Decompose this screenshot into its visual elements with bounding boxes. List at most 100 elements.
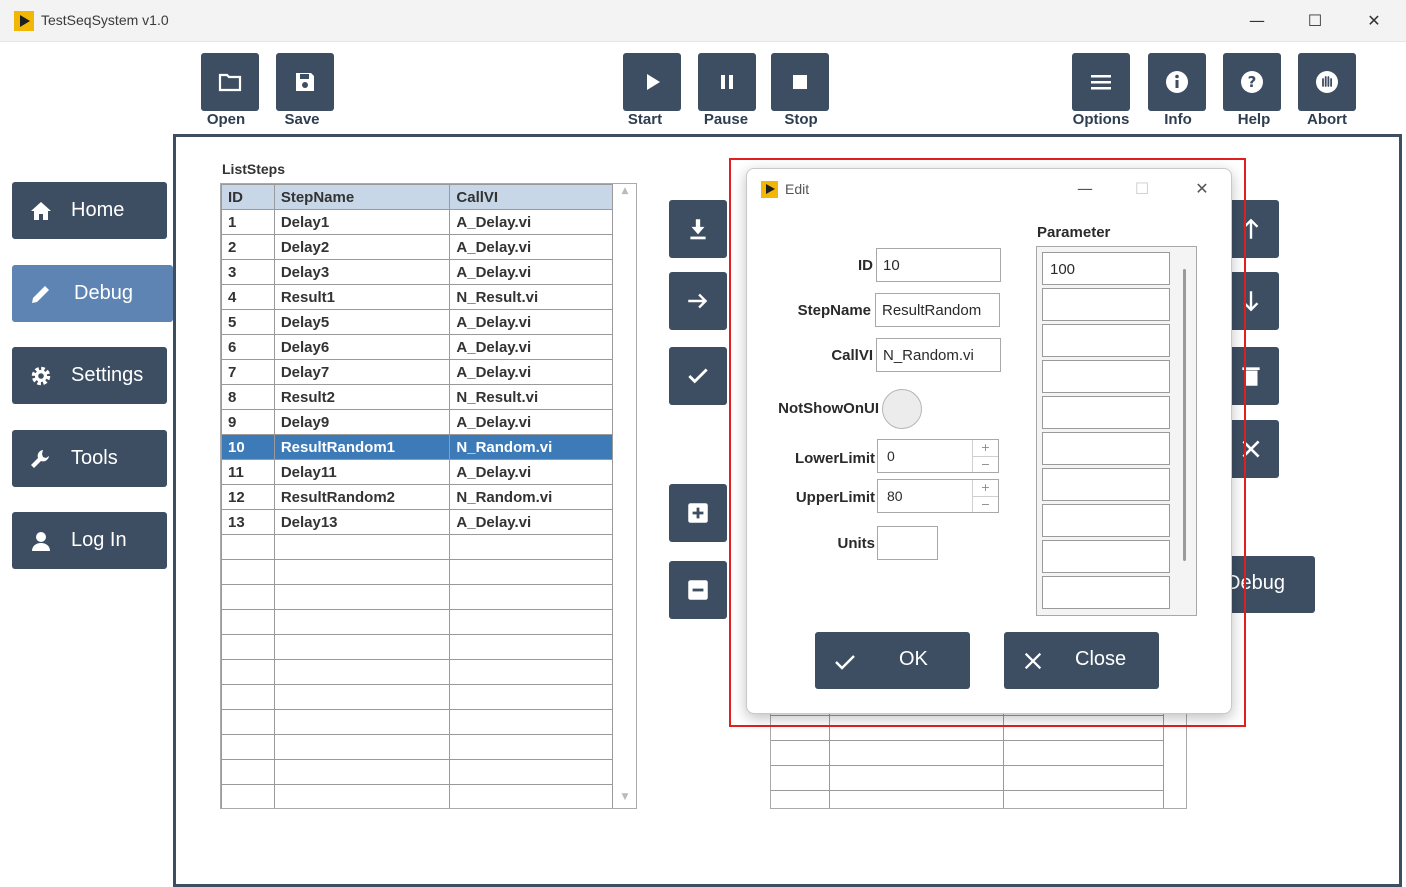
abort-button[interactable] [1298, 53, 1356, 111]
table-cell: N_Result.vi [449, 284, 613, 310]
table-cell: N_Random.vi [449, 434, 613, 460]
empty-table-row[interactable] [221, 784, 613, 808]
start-button[interactable] [623, 53, 681, 111]
close-window-button[interactable]: ✕ [1354, 6, 1394, 36]
minus-square-icon [688, 580, 708, 600]
table-row[interactable]: 5 Delay5 A_Delay.vi [221, 309, 613, 335]
maximize-button[interactable]: ☐ [1295, 6, 1335, 36]
table-row[interactable]: 3 Delay3 A_Delay.vi [221, 259, 613, 285]
list-steps-title: ListSteps [222, 161, 286, 177]
stop-button[interactable] [771, 53, 829, 111]
list-scrollbar[interactable]: ▲ ▼ [616, 186, 634, 806]
column-header-stepname[interactable]: StepName [273, 184, 451, 210]
minimize-button[interactable]: — [1237, 6, 1277, 36]
increment-icon[interactable]: + [973, 480, 998, 496]
remove-step-button[interactable] [669, 561, 727, 619]
save-label: Save [284, 111, 320, 128]
sidebar-item-home[interactable]: Home [12, 182, 167, 239]
empty-table-row[interactable] [221, 609, 613, 635]
options-button[interactable] [1072, 53, 1130, 111]
empty-table-row[interactable] [221, 684, 613, 710]
stepname-field[interactable]: ResultRandom [875, 293, 1000, 327]
table-row[interactable]: 12 ResultRandom2 N_Random.vi [221, 484, 613, 510]
upperlimit-label: UpperLimit [795, 489, 875, 506]
sidebar-item-settings[interactable]: Settings [12, 347, 167, 404]
upperlimit-stepper[interactable]: 80 + − [877, 479, 999, 513]
list-steps-table[interactable]: ID StepName CallVI 1 Delay1 A_Delay.vi 2 Del… [220, 183, 637, 809]
dialog-close-x-button[interactable]: ✕ [1187, 177, 1217, 201]
sidebar-item-login[interactable]: Log In [12, 512, 167, 569]
table-cell: 12 [221, 484, 275, 510]
info-button[interactable] [1148, 53, 1206, 111]
empty-table-row[interactable] [221, 709, 613, 735]
parameter-cell[interactable] [1042, 504, 1170, 537]
sidebar-item-tools[interactable]: Tools [12, 430, 167, 487]
parameter-cell[interactable] [1042, 324, 1170, 357]
table-row[interactable]: 8 Result2 N_Result.vi [221, 384, 613, 410]
table-row[interactable]: 7 Delay7 A_Delay.vi [221, 359, 613, 385]
ok-button[interactable]: OK [815, 632, 970, 689]
table-row[interactable]: 13 Delay13 A_Delay.vi [221, 509, 613, 535]
notshowonui-label: NotShowOnUI [778, 400, 879, 417]
lowerlimit-label: LowerLimit [794, 450, 875, 467]
parameter-cell[interactable] [1042, 360, 1170, 393]
units-field[interactable] [877, 526, 938, 560]
open-button[interactable] [201, 53, 259, 111]
empty-table-row[interactable] [221, 584, 613, 610]
parameter-cell[interactable]: 100 [1042, 252, 1170, 285]
parameter-cell[interactable] [1042, 540, 1170, 573]
lowerlimit-stepper[interactable]: 0 + − [877, 439, 999, 473]
table-row[interactable]: 6 Delay6 A_Delay.vi [221, 334, 613, 360]
callvi-field[interactable]: N_Random.vi [876, 338, 1001, 372]
insert-step-button[interactable] [669, 200, 727, 258]
parameter-cell[interactable] [1042, 288, 1170, 321]
empty-table-row[interactable] [221, 759, 613, 785]
decrement-icon[interactable]: − [973, 456, 998, 472]
table-cell: Delay3 [273, 259, 451, 285]
help-button[interactable]: ? [1223, 53, 1281, 111]
table-row[interactable]: 2 Delay2 A_Delay.vi [221, 234, 613, 260]
table-cell: 10 [221, 434, 275, 460]
table-cell: A_Delay.vi [449, 259, 613, 285]
table-row[interactable]: 4 Result1 N_Result.vi [221, 284, 613, 310]
table-cell: 11 [221, 459, 275, 485]
table-cell: Delay1 [273, 209, 451, 235]
close-button[interactable]: Close [1004, 632, 1159, 689]
save-button[interactable] [276, 53, 334, 111]
empty-table-row[interactable] [221, 634, 613, 660]
add-step-button[interactable] [669, 484, 727, 542]
column-header-id[interactable]: ID [221, 184, 275, 210]
id-field[interactable]: 10 [876, 248, 1001, 282]
dialog-minimize-button[interactable]: — [1070, 177, 1100, 201]
column-header-callvi[interactable]: CallVI [449, 184, 613, 210]
parameter-scrollbar[interactable] [1183, 269, 1186, 561]
sidebar-item-label: Log In [71, 529, 127, 551]
table-cell: Delay7 [273, 359, 451, 385]
pause-icon [721, 75, 733, 89]
table-row[interactable]: 9 Delay9 A_Delay.vi [221, 409, 613, 435]
parameter-cell[interactable] [1042, 396, 1170, 429]
empty-table-row[interactable] [221, 659, 613, 685]
confirm-button[interactable] [669, 347, 727, 405]
notshowonui-toggle[interactable] [882, 389, 922, 429]
table-cell: 4 [221, 284, 275, 310]
table-cell: Delay9 [273, 409, 451, 435]
parameter-list[interactable]: 100 [1036, 246, 1197, 616]
increment-icon[interactable]: + [973, 440, 998, 456]
table-row[interactable]: 10 ResultRandom1 N_Random.vi [221, 434, 613, 460]
add-to-debug-button[interactable] [669, 272, 727, 330]
decrement-icon[interactable]: − [973, 496, 998, 512]
parameter-cell[interactable] [1042, 468, 1170, 501]
upperlimit-value: 80 [887, 488, 903, 504]
empty-table-row[interactable] [221, 534, 613, 560]
sidebar-item-debug[interactable]: Debug [12, 265, 173, 322]
empty-table-row[interactable] [221, 559, 613, 585]
empty-table-row[interactable] [221, 734, 613, 760]
pause-button[interactable] [698, 53, 756, 111]
table-row[interactable]: 1 Delay1 A_Delay.vi [221, 209, 613, 235]
table-row[interactable]: 11 Delay11 A_Delay.vi [221, 459, 613, 485]
parameter-cell[interactable] [1042, 432, 1170, 465]
parameter-cell[interactable] [1042, 576, 1170, 609]
table-cell: 2 [221, 234, 275, 260]
menu-icon [1091, 75, 1111, 90]
